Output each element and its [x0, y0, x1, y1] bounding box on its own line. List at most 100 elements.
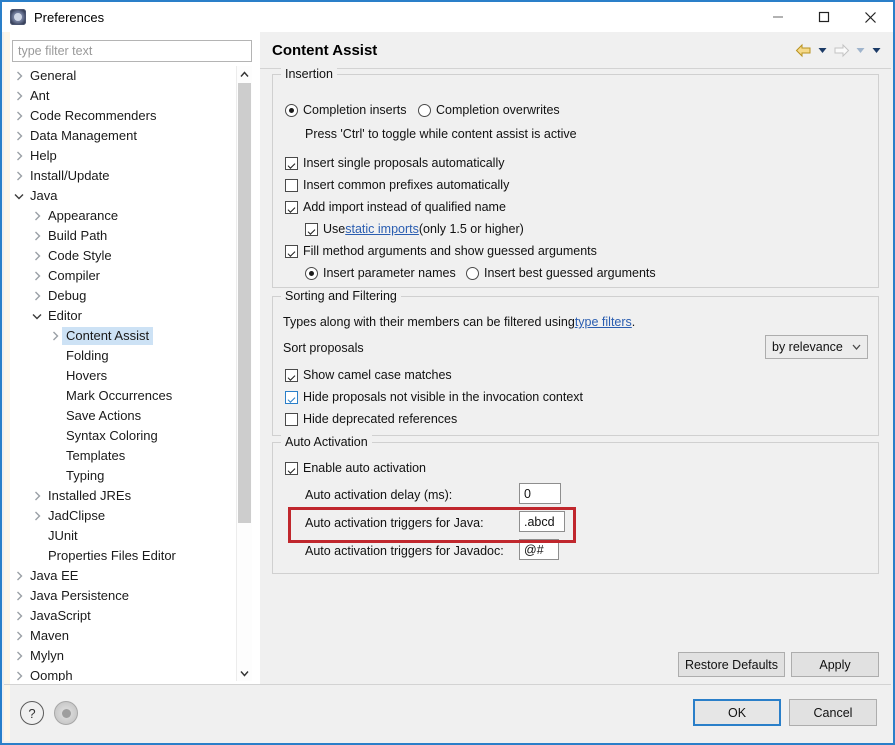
chevron-right-icon[interactable]	[12, 166, 26, 186]
sidebar-item-junit[interactable]: JUnit	[12, 526, 252, 546]
search-input[interactable]	[12, 40, 252, 62]
show-camel-case-checkbox[interactable]: Show camel case matches	[285, 368, 452, 382]
sidebar-item-compiler[interactable]: Compiler	[12, 266, 252, 286]
sidebar-item-help[interactable]: Help	[12, 146, 252, 166]
chevron-right-icon[interactable]	[12, 626, 26, 646]
sidebar-item-jadclipse[interactable]: JadClipse	[12, 506, 252, 526]
view-menu-dropdown-icon[interactable]	[869, 40, 883, 60]
sidebar-item-templates[interactable]: Templates	[12, 446, 252, 466]
enable-auto-activation-checkbox[interactable]: Enable auto activation	[285, 461, 426, 475]
preference-tree[interactable]: General Ant Code Recommenders Data Manageme…	[12, 66, 252, 681]
restore-defaults-button[interactable]: Restore Defaults	[678, 652, 785, 677]
insert-best-guessed-radio[interactable]: Insert best guessed arguments	[466, 266, 656, 280]
radio-indicator	[285, 103, 298, 117]
insert-parameter-names-radio[interactable]: Insert parameter names	[305, 266, 456, 280]
auto-activation-delay-row: Auto activation delay (ms):	[305, 488, 452, 502]
forward-dropdown-icon[interactable]	[853, 40, 867, 60]
completion-overwrites-radio[interactable]: Completion overwrites	[418, 103, 560, 117]
chevron-right-icon[interactable]	[30, 266, 44, 286]
chevron-right-icon[interactable]	[30, 486, 44, 506]
chevron-down-icon[interactable]	[30, 306, 44, 326]
sidebar-item-build-path[interactable]: Build Path	[12, 226, 252, 246]
ctrl-toggle-hint-text: Press 'Ctrl' to toggle while content ass…	[305, 127, 577, 141]
sidebar-item-content-assist[interactable]: Content Assist	[12, 326, 252, 346]
add-import-checkbox[interactable]: Add import instead of qualified name	[285, 200, 506, 214]
cancel-button[interactable]: Cancel	[789, 699, 877, 726]
chevron-right-icon[interactable]	[12, 666, 26, 681]
sidebar-item-label: Mylyn	[30, 648, 64, 663]
sidebar-item-label: Code Style	[48, 248, 112, 263]
sidebar-item-general[interactable]: General	[12, 66, 252, 86]
sidebar-item-mark-occurrences[interactable]: Mark Occurrences	[12, 386, 252, 406]
sidebar-item-oomph[interactable]: Oomph	[12, 666, 252, 681]
use-static-imports-checkbox[interactable]: Use static imports (only 1.5 or higher)	[305, 222, 524, 236]
help-icon[interactable]: ?	[20, 701, 44, 725]
sidebar-item-code-style[interactable]: Code Style	[12, 246, 252, 266]
back-arrow-icon[interactable]	[793, 40, 813, 60]
apply-button[interactable]: Apply	[791, 652, 879, 677]
chevron-right-icon[interactable]	[12, 646, 26, 666]
checkbox-indicator	[285, 200, 298, 214]
chevron-right-icon[interactable]	[12, 586, 26, 606]
sort-proposals-select[interactable]: by relevance	[765, 335, 868, 359]
auto-activation-java-input[interactable]	[519, 511, 565, 532]
insert-common-prefixes-checkbox[interactable]: Insert common prefixes automatically	[285, 178, 509, 192]
back-dropdown-icon[interactable]	[815, 40, 829, 60]
sidebar-item-folding[interactable]: Folding	[12, 346, 252, 366]
sidebar-item-hovers[interactable]: Hovers	[12, 366, 252, 386]
chevron-right-icon[interactable]	[30, 286, 44, 306]
chevron-right-icon[interactable]	[12, 66, 26, 86]
sidebar-item-javascript[interactable]: JavaScript	[12, 606, 252, 626]
sidebar-item-ant[interactable]: Ant	[12, 86, 252, 106]
auto-activation-java-label: Auto activation triggers for Java:	[305, 516, 484, 530]
sidebar-item-save-actions[interactable]: Save Actions	[12, 406, 252, 426]
scroll-down-icon[interactable]	[237, 665, 252, 681]
chevron-down-icon[interactable]	[12, 186, 26, 206]
sidebar-item-maven[interactable]: Maven	[12, 626, 252, 646]
fill-method-arguments-checkbox[interactable]: Fill method arguments and show guessed a…	[285, 244, 597, 258]
sidebar-item-properties-files-editor[interactable]: Properties Files Editor	[12, 546, 252, 566]
type-filters-link[interactable]: type filters	[575, 315, 632, 329]
chevron-right-icon[interactable]	[12, 126, 26, 146]
chevron-right-icon[interactable]	[30, 206, 44, 226]
apply-and-close-icon[interactable]	[54, 701, 78, 725]
hide-proposals-not-visible-checkbox[interactable]: Hide proposals not visible in the invoca…	[285, 390, 583, 404]
maximize-button[interactable]	[801, 2, 847, 32]
sidebar-item-code-recommenders[interactable]: Code Recommenders	[12, 106, 252, 126]
chevron-right-icon[interactable]	[12, 566, 26, 586]
ok-button[interactable]: OK	[693, 699, 781, 726]
sidebar-item-java[interactable]: Java	[12, 186, 252, 206]
chevron-right-icon[interactable]	[30, 226, 44, 246]
sidebar-item-debug[interactable]: Debug	[12, 286, 252, 306]
sidebar-item-appearance[interactable]: Appearance	[12, 206, 252, 226]
sidebar-item-installed-jres[interactable]: Installed JREs	[12, 486, 252, 506]
close-button[interactable]	[847, 2, 893, 32]
sidebar-item-install-update[interactable]: Install/Update	[12, 166, 252, 186]
insert-single-proposals-checkbox[interactable]: Insert single proposals automatically	[285, 156, 505, 170]
chevron-right-icon[interactable]	[30, 506, 44, 526]
auto-activation-delay-input[interactable]	[519, 483, 561, 504]
scroll-up-icon[interactable]	[237, 66, 252, 82]
tree-scrollbar[interactable]	[236, 66, 252, 681]
chevron-right-icon[interactable]	[48, 326, 62, 346]
sidebar-item-label: Data Management	[30, 128, 137, 143]
chevron-right-icon[interactable]	[30, 246, 44, 266]
sidebar-item-typing[interactable]: Typing	[12, 466, 252, 486]
chevron-right-icon[interactable]	[12, 606, 26, 626]
chevron-right-icon[interactable]	[12, 86, 26, 106]
static-imports-link[interactable]: static imports	[345, 222, 419, 236]
sidebar-item-java-ee[interactable]: Java EE	[12, 566, 252, 586]
chevron-right-icon[interactable]	[12, 146, 26, 166]
sidebar-item-syntax-coloring[interactable]: Syntax Coloring	[12, 426, 252, 446]
sidebar-item-mylyn[interactable]: Mylyn	[12, 646, 252, 666]
hide-deprecated-checkbox[interactable]: Hide deprecated references	[285, 412, 457, 426]
sidebar-item-editor[interactable]: Editor	[12, 306, 252, 326]
sidebar-item-java-persistence[interactable]: Java Persistence	[12, 586, 252, 606]
completion-inserts-radio[interactable]: Completion inserts	[285, 103, 407, 117]
chevron-right-icon[interactable]	[12, 106, 26, 126]
auto-activation-javadoc-input[interactable]	[519, 539, 559, 560]
sidebar-item-data-management[interactable]: Data Management	[12, 126, 252, 146]
minimize-button[interactable]	[755, 2, 801, 32]
scrollbar-thumb[interactable]	[238, 83, 251, 523]
